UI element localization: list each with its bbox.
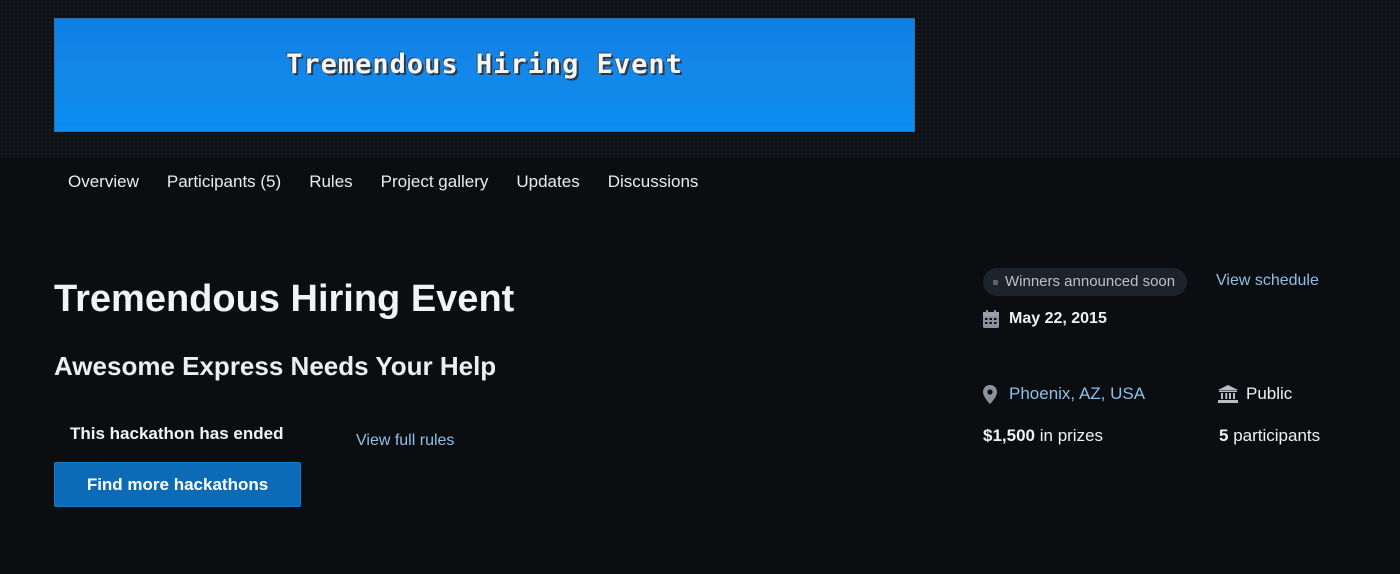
event-tabs: Overview Participants (5) Rules Project … (54, 170, 712, 198)
tab-participants[interactable]: Participants (5) (153, 170, 295, 198)
prizes-summary: $1,500 in prizes (983, 426, 1103, 446)
visibility-label: Public (1246, 384, 1293, 403)
calendar-icon (983, 310, 999, 328)
hackathon-ended-label: This hackathon has ended (70, 424, 284, 443)
prize-amount: $1,500 (983, 426, 1035, 445)
event-tagline: Awesome Express Needs Your Help (54, 351, 497, 381)
location-link[interactable]: Phoenix, AZ, USA (1009, 384, 1145, 404)
tab-project-gallery[interactable]: Project gallery (367, 170, 503, 198)
status-badge-label: Winners announced soon (1005, 273, 1176, 290)
map-pin-icon (983, 384, 997, 404)
participant-count: 5 (1219, 426, 1229, 445)
find-more-hackathons-button[interactable]: Find more hackathons (54, 462, 301, 507)
event-banner: Tremendous Hiring Event (54, 18, 915, 132)
event-date: May 22, 2015 (983, 310, 1107, 328)
event-location: Phoenix, AZ, USA (983, 384, 1145, 404)
header-band: Tremendous Hiring Event (0, 0, 1400, 158)
status-badge: Winners announced soon (983, 268, 1188, 296)
participant-suffix: participants (1233, 426, 1321, 445)
view-schedule-link[interactable]: View schedule (1216, 272, 1319, 290)
tab-discussions[interactable]: Discussions (594, 170, 713, 198)
tab-rules[interactable]: Rules (295, 170, 366, 198)
tab-updates[interactable]: Updates (502, 170, 593, 198)
participants-summary: 5 participants (1219, 426, 1320, 446)
hackathon-page: Tremendous Hiring Event Overview Partici… (0, 0, 1400, 574)
event-visibility: Public (1218, 384, 1292, 404)
status-dot-icon (993, 280, 998, 285)
page-title: Tremendous Hiring Event (54, 278, 515, 320)
public-building-icon (1218, 385, 1238, 403)
view-full-rules-link[interactable]: View full rules (356, 432, 454, 450)
banner-title: Tremendous Hiring Event (286, 49, 683, 80)
prize-suffix: in prizes (1039, 426, 1104, 445)
event-date-text: May 22, 2015 (1009, 310, 1107, 327)
tab-overview[interactable]: Overview (54, 170, 153, 198)
